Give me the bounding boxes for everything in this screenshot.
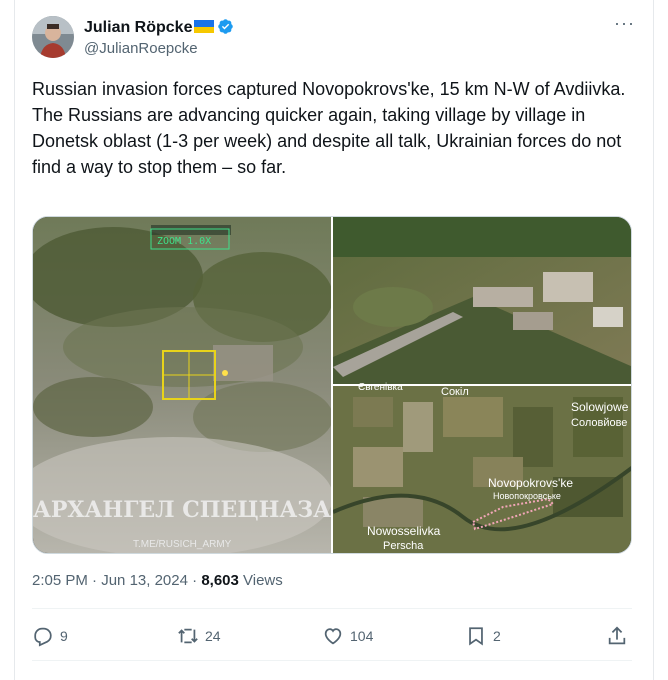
- avatar[interactable]: [32, 16, 74, 58]
- like-button[interactable]: 104: [322, 620, 373, 652]
- tweet-meta: 2:05 PM · Jun 13, 2024 · 8,603 Views: [32, 572, 283, 589]
- repost-button[interactable]: 24: [177, 620, 221, 652]
- like-count: 104: [350, 628, 374, 644]
- tweet-text: Russian invasion forces captured Novopok…: [32, 76, 632, 180]
- tweet-paragraph-1: Russian invasion forces captured Novopok…: [32, 79, 626, 99]
- author-name-text: Julian Röpcke: [84, 19, 193, 36]
- ukraine-flag-icon: [194, 20, 215, 33]
- divider: [32, 608, 632, 609]
- map-label-solowjowe: Solowjowe: [571, 400, 629, 414]
- share-button[interactable]: [606, 620, 634, 652]
- reply-icon: [34, 627, 52, 647]
- watermark-text: АРХАНГЕЛ СПЕЦНАЗА: [33, 497, 331, 523]
- map-label-novopokrovske: Novopokrovs'ke: [488, 476, 573, 490]
- meta-separator: ·: [87, 572, 102, 589]
- map-label-novopokrovske-ru: Новопокровське: [493, 491, 561, 501]
- author-name[interactable]: Julian Röpcke: [84, 18, 234, 37]
- action-bar: 9 24 104 2: [32, 620, 632, 652]
- bookmark-button[interactable]: 2: [465, 620, 501, 652]
- author-handle[interactable]: @JulianRoepcke: [84, 40, 198, 57]
- more-options-icon[interactable]: ···: [614, 14, 634, 38]
- hud-zoom-label: ZOOM 1.0X: [157, 236, 211, 247]
- bookmark-icon: [469, 627, 483, 646]
- map-label-evgenivka: Євгенівка: [358, 382, 403, 393]
- tweet-paragraph-2: The Russians are advancing quicker again…: [32, 105, 622, 177]
- channel-label: T.ME/RUSICH_ARMY: [133, 539, 232, 550]
- divider: [32, 660, 632, 661]
- reply-count: 9: [60, 628, 68, 644]
- verified-badge-icon: [218, 19, 234, 34]
- tweet-date[interactable]: Jun 13, 2024: [101, 572, 188, 589]
- media-grid: ZOOM 1.0X АРХАНГЕЛ СПЕЦНАЗА T.ME/RUSICH_…: [32, 216, 632, 554]
- reply-button[interactable]: 9: [32, 620, 68, 652]
- satellite-image-thumbnail[interactable]: [333, 217, 632, 384]
- heart-icon: [324, 628, 342, 645]
- map-label-sokil: Сокіл: [441, 386, 469, 398]
- meta-separator: ·: [187, 572, 202, 589]
- map-label-perscha: Perscha: [383, 540, 424, 552]
- repost-count: 24: [205, 628, 221, 644]
- views-count: 8,603: [201, 572, 239, 589]
- map-label-nowosselivka: Nowosselivka: [367, 524, 441, 538]
- repost-icon: [178, 628, 198, 644]
- map-label-solovyove: Соловйове: [571, 417, 627, 429]
- tweet-time[interactable]: 2:05 PM: [32, 572, 88, 589]
- views-label: Views: [238, 572, 283, 589]
- avatar-photo: [32, 16, 74, 58]
- share-icon: [608, 626, 626, 645]
- bookmark-count: 2: [493, 628, 501, 644]
